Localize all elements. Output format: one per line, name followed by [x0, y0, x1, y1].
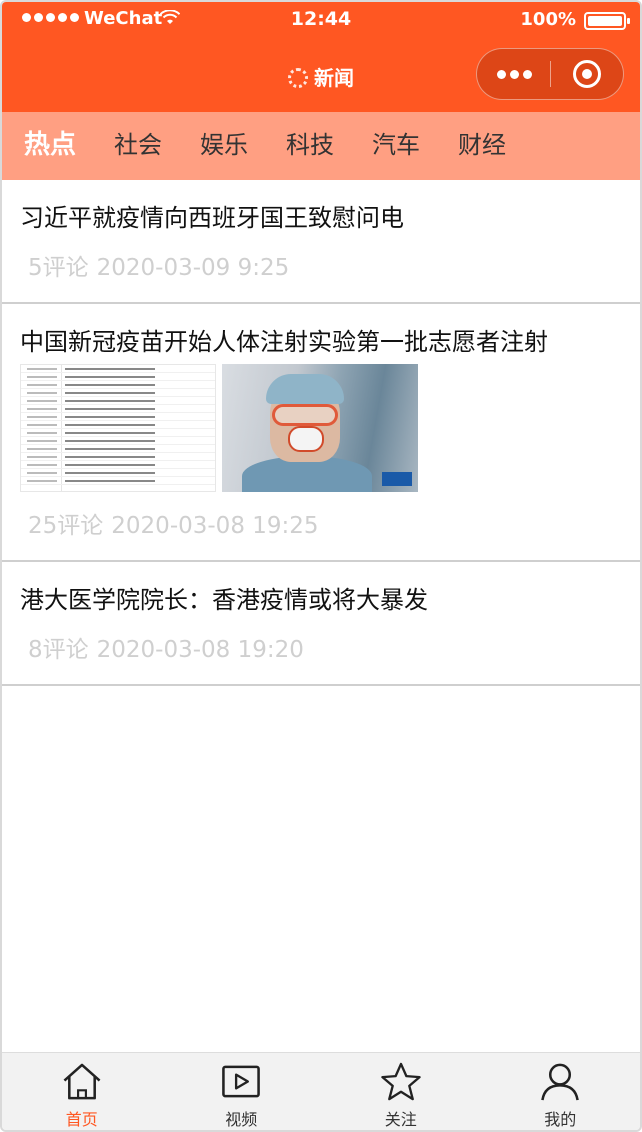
news-meta: 8评论 2020-03-08 19:20 — [20, 616, 622, 684]
tab-finance[interactable]: 财经 — [438, 112, 524, 180]
tabbar-label: 关注 — [384, 1110, 417, 1129]
news-time: 2020-03-08 19:25 — [111, 513, 319, 539]
news-title: 港大医学院院长：香港疫情或将大暴发 — [20, 586, 428, 614]
comment-count: 8评论 — [28, 637, 89, 663]
tabbar-video[interactable]: 视频 — [162, 1053, 322, 1130]
tab-auto[interactable]: 汽车 — [352, 112, 438, 180]
home-icon — [63, 1063, 101, 1100]
mini-program-capsule — [476, 48, 624, 100]
tabbar-label: 首页 — [65, 1110, 98, 1129]
close-button[interactable] — [573, 60, 601, 88]
tabbar-home[interactable]: 首页 — [2, 1053, 162, 1130]
news-meta: 25评论 2020-03-08 19:25 — [20, 492, 622, 560]
battery-percent: 100% — [520, 9, 576, 30]
tabbar-mine[interactable]: 我的 — [481, 1053, 641, 1130]
tabbar-follow[interactable]: 关注 — [321, 1053, 481, 1130]
loading-icon — [288, 68, 308, 88]
news-item[interactable]: 习近平就疫情向西班牙国王致慰问电 5评论 2020-03-09 9:25 — [2, 180, 640, 304]
star-icon — [381, 1062, 421, 1101]
comment-count: 25评论 — [28, 513, 104, 539]
news-time: 2020-03-08 19:20 — [96, 637, 304, 663]
news-title: 中国新冠疫苗开始人体注射实验第一批志愿者注射 — [20, 328, 548, 356]
category-tabs: 热点 社会 娱乐 科技 汽车 财经 — [2, 112, 640, 180]
video-icon — [222, 1065, 261, 1098]
bottom-tab-bar: 首页 视频 关注 我的 — [2, 1052, 640, 1130]
user-icon — [541, 1063, 580, 1101]
tabbar-label: 我的 — [544, 1110, 577, 1129]
tab-society[interactable]: 社会 — [94, 112, 180, 180]
tabbar-label: 视频 — [225, 1110, 258, 1129]
news-agency-logo — [382, 472, 412, 486]
page-title-text: 新闻 — [314, 66, 354, 90]
tab-entertainment[interactable]: 娱乐 — [180, 112, 266, 180]
battery-icon — [584, 12, 630, 30]
phone-frame: WeChat 12:44 100% 新闻 热点 社会 娱乐 科技 汽车 财经 习… — [0, 0, 642, 1132]
news-item[interactable]: 港大医学院院长：香港疫情或将大暴发 8评论 2020-03-08 19:20 — [2, 562, 640, 686]
researcher-photo-image[interactable] — [222, 364, 418, 492]
news-item[interactable]: 中国新冠疫苗开始人体注射实验第一批志愿者注射 25评论 2020-03-08 1… — [2, 304, 640, 562]
news-list: 习近平就疫情向西班牙国王致慰问电 5评论 2020-03-09 9:25 中国新冠… — [2, 180, 640, 686]
news-time: 2020-03-09 9:25 — [96, 255, 290, 281]
tab-hot[interactable]: 热点 — [2, 112, 94, 180]
comment-count: 5评论 — [28, 255, 89, 281]
news-meta: 5评论 2020-03-09 9:25 — [20, 234, 622, 302]
news-thumbnails — [20, 364, 622, 492]
status-bar: WeChat 12:44 100% — [2, 2, 640, 40]
capsule-divider — [550, 61, 551, 87]
registration-document-image[interactable] — [20, 364, 216, 492]
news-title: 习近平就疫情向西班牙国王致慰问电 — [20, 204, 404, 232]
top-bar: WeChat 12:44 100% 新闻 — [2, 2, 640, 112]
more-button[interactable] — [477, 49, 551, 99]
tab-tech[interactable]: 科技 — [266, 112, 352, 180]
